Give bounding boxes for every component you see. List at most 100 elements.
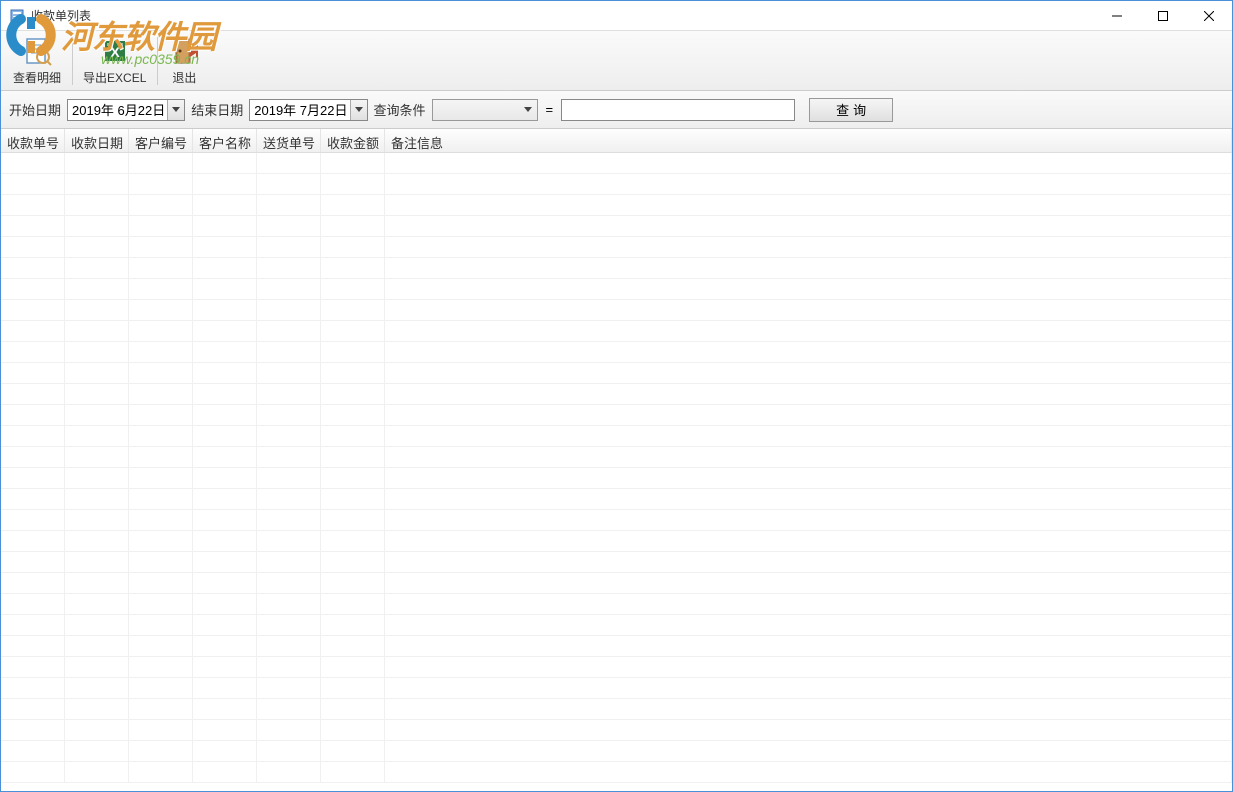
cell bbox=[193, 552, 257, 572]
cell bbox=[193, 426, 257, 446]
cell bbox=[1, 531, 65, 551]
cell bbox=[1, 615, 65, 635]
cell bbox=[321, 594, 385, 614]
cell bbox=[321, 216, 385, 236]
table-row[interactable] bbox=[1, 342, 1232, 363]
cell bbox=[129, 657, 193, 677]
table-row[interactable] bbox=[1, 195, 1232, 216]
cell bbox=[385, 531, 1232, 551]
cell bbox=[193, 321, 257, 341]
cell bbox=[193, 153, 257, 173]
table-row[interactable] bbox=[1, 594, 1232, 615]
grid-body bbox=[1, 153, 1232, 783]
table-row[interactable] bbox=[1, 279, 1232, 300]
cell bbox=[321, 384, 385, 404]
data-grid[interactable]: 收款单号 收款日期 客户编号 客户名称 送货单号 收款金额 备注信息 bbox=[1, 129, 1232, 791]
table-row[interactable] bbox=[1, 678, 1232, 699]
cell bbox=[129, 573, 193, 593]
cell bbox=[129, 468, 193, 488]
column-header[interactable]: 收款单号 bbox=[1, 129, 65, 152]
cell bbox=[321, 699, 385, 719]
table-row[interactable] bbox=[1, 174, 1232, 195]
table-row[interactable] bbox=[1, 405, 1232, 426]
table-row[interactable] bbox=[1, 258, 1232, 279]
table-row[interactable] bbox=[1, 300, 1232, 321]
cell bbox=[65, 510, 129, 530]
cell bbox=[129, 510, 193, 530]
table-row[interactable] bbox=[1, 615, 1232, 636]
column-header[interactable]: 送货单号 bbox=[257, 129, 321, 152]
minimize-button[interactable] bbox=[1094, 1, 1140, 31]
cell bbox=[1, 447, 65, 467]
export-excel-label: 导出EXCEL bbox=[83, 69, 146, 86]
cell bbox=[385, 636, 1232, 656]
column-header[interactable]: 收款日期 bbox=[65, 129, 129, 152]
export-excel-button[interactable]: X 导出EXCEL bbox=[75, 33, 155, 89]
table-row[interactable] bbox=[1, 153, 1232, 174]
table-row[interactable] bbox=[1, 762, 1232, 783]
cell bbox=[193, 699, 257, 719]
cell bbox=[193, 594, 257, 614]
exit-button[interactable]: 退出 bbox=[160, 33, 209, 89]
cell bbox=[65, 468, 129, 488]
table-row[interactable] bbox=[1, 321, 1232, 342]
cell bbox=[65, 153, 129, 173]
table-row[interactable] bbox=[1, 216, 1232, 237]
chevron-down-icon bbox=[167, 100, 184, 120]
cell bbox=[65, 657, 129, 677]
search-button[interactable]: 查询 bbox=[809, 98, 893, 122]
cell bbox=[129, 720, 193, 740]
cell bbox=[193, 258, 257, 278]
close-button[interactable] bbox=[1186, 1, 1232, 31]
cell bbox=[1, 657, 65, 677]
cell bbox=[193, 720, 257, 740]
table-row[interactable] bbox=[1, 237, 1232, 258]
table-row[interactable] bbox=[1, 573, 1232, 594]
cell bbox=[385, 174, 1232, 194]
cell bbox=[1, 300, 65, 320]
table-row[interactable] bbox=[1, 384, 1232, 405]
table-row[interactable] bbox=[1, 489, 1232, 510]
cell bbox=[321, 237, 385, 257]
start-date-picker[interactable]: 2019年 6月22日 bbox=[67, 99, 185, 121]
cell bbox=[257, 678, 321, 698]
table-row[interactable] bbox=[1, 531, 1232, 552]
cell bbox=[321, 510, 385, 530]
column-header[interactable]: 客户编号 bbox=[129, 129, 193, 152]
cell bbox=[1, 405, 65, 425]
table-row[interactable] bbox=[1, 636, 1232, 657]
toolbar-separator bbox=[72, 37, 73, 85]
window-controls bbox=[1094, 1, 1232, 30]
maximize-button[interactable] bbox=[1140, 1, 1186, 31]
cell bbox=[321, 615, 385, 635]
cell bbox=[193, 573, 257, 593]
cell bbox=[65, 279, 129, 299]
table-row[interactable] bbox=[1, 699, 1232, 720]
detail-icon bbox=[21, 35, 53, 67]
cell bbox=[385, 678, 1232, 698]
exit-icon bbox=[168, 35, 200, 67]
table-row[interactable] bbox=[1, 447, 1232, 468]
column-header[interactable]: 客户名称 bbox=[193, 129, 257, 152]
cell bbox=[385, 615, 1232, 635]
search-input[interactable] bbox=[561, 99, 795, 121]
table-row[interactable] bbox=[1, 657, 1232, 678]
cell bbox=[1, 636, 65, 656]
table-row[interactable] bbox=[1, 426, 1232, 447]
cell bbox=[321, 762, 385, 782]
table-row[interactable] bbox=[1, 468, 1232, 489]
table-row[interactable] bbox=[1, 363, 1232, 384]
condition-select[interactable] bbox=[432, 99, 538, 121]
table-row[interactable] bbox=[1, 552, 1232, 573]
table-row[interactable] bbox=[1, 510, 1232, 531]
view-detail-button[interactable]: 查看明细 bbox=[5, 33, 70, 89]
column-header[interactable]: 收款金额 bbox=[321, 129, 385, 152]
table-row[interactable] bbox=[1, 741, 1232, 762]
cell bbox=[1, 174, 65, 194]
cell bbox=[321, 573, 385, 593]
column-header[interactable]: 备注信息 bbox=[385, 129, 1232, 152]
cell bbox=[129, 741, 193, 761]
end-date-picker[interactable]: 2019年 7月22日 bbox=[249, 99, 367, 121]
cell bbox=[129, 594, 193, 614]
table-row[interactable] bbox=[1, 720, 1232, 741]
